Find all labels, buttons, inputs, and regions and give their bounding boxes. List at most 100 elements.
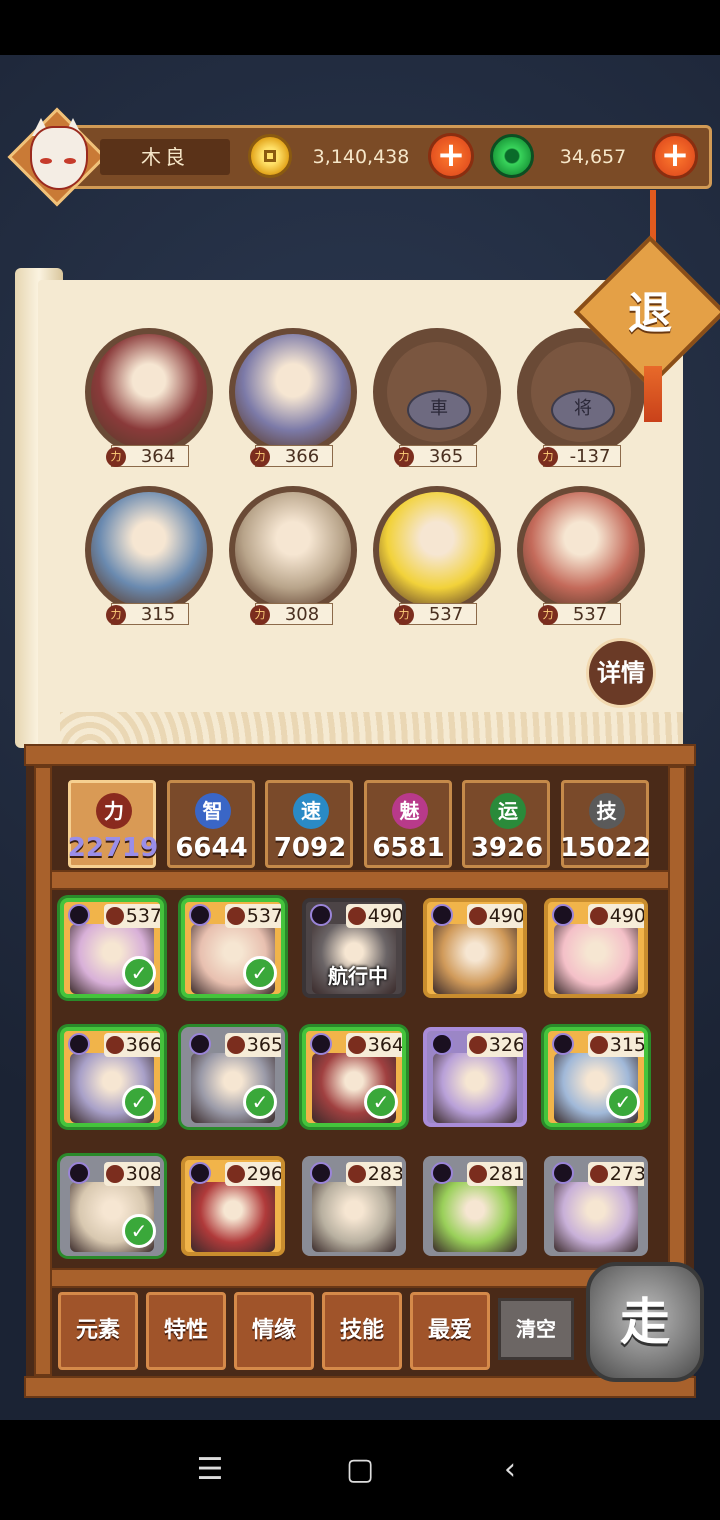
moon-element-icon xyxy=(310,1162,332,1184)
stat-tab[interactable]: 魅 6581 xyxy=(363,780,452,868)
hero-card[interactable]: 537 ✓ xyxy=(60,898,164,998)
power-badge: 力 -137 xyxy=(538,445,621,467)
filter-button[interactable]: 情缘 xyxy=(234,1292,314,1370)
stat-tab[interactable]: 速 7092 xyxy=(265,780,353,868)
hero-card[interactable]: 326 xyxy=(423,1027,527,1127)
gold-coin-icon xyxy=(248,134,292,178)
strength-icon: 力 xyxy=(250,605,270,625)
stat-tab[interactable]: 力 22719 xyxy=(68,780,158,868)
checkmark-icon: ✓ xyxy=(122,1214,156,1248)
system-nav-bar: ☰ ▢ ‹ xyxy=(0,1420,720,1520)
hero-card[interactable]: 366 ✓ xyxy=(60,1027,164,1127)
hero-card[interactable]: 283 xyxy=(302,1156,406,1256)
hero-card[interactable]: 296 xyxy=(181,1156,285,1256)
moon-element-icon xyxy=(552,904,574,926)
stat-icon: 魅 xyxy=(391,793,428,829)
moon-element-icon xyxy=(431,904,453,926)
add-jade-button[interactable]: + xyxy=(652,133,698,179)
strength-icon xyxy=(106,907,124,925)
hero-power: 537 xyxy=(104,904,160,928)
hero-card[interactable]: 281 xyxy=(423,1156,527,1256)
power-badge: 力 537 xyxy=(394,603,477,625)
lineup-slot[interactable] xyxy=(229,328,357,456)
hero-power: 490 xyxy=(467,904,525,928)
hero-power: 283 xyxy=(346,1162,402,1186)
hero-power: 326 xyxy=(467,1033,523,1057)
checkmark-icon: ✓ xyxy=(364,1085,398,1119)
lineup-slot[interactable] xyxy=(85,328,213,456)
hero-card-art xyxy=(554,924,638,994)
lineup-slot[interactable] xyxy=(85,486,213,614)
stat-icon: 技 xyxy=(588,793,625,829)
lineup-slot[interactable] xyxy=(373,486,501,614)
hero-power-value: 364 xyxy=(367,1034,404,1056)
hero-card[interactable]: 308 ✓ xyxy=(60,1156,164,1256)
stat-tab[interactable]: 运 3926 xyxy=(462,780,550,868)
player-avatar[interactable] xyxy=(7,107,107,207)
hero-power-value: 366 xyxy=(125,1034,162,1056)
board-top-beam xyxy=(24,744,696,766)
hero-card[interactable]: 490 xyxy=(423,898,527,998)
strength-icon xyxy=(106,1165,124,1183)
strength-icon xyxy=(227,1036,245,1054)
gold-amount: 3,140,438 xyxy=(312,146,410,168)
moon-element-icon xyxy=(189,904,211,926)
filter-button[interactable]: 特性 xyxy=(146,1292,226,1370)
power-badge: 力 365 xyxy=(394,445,477,467)
stat-value: 7092 xyxy=(273,833,347,863)
hero-power: 490 xyxy=(588,904,644,928)
retreat-label[interactable]: 退 xyxy=(618,282,682,346)
strength-icon xyxy=(590,907,608,925)
clear-button[interactable]: 清空 xyxy=(498,1298,574,1360)
moon-element-icon xyxy=(431,1033,453,1055)
hero-card[interactable]: 490 xyxy=(544,898,648,998)
power-badge: 力 364 xyxy=(106,445,189,467)
hero-portrait xyxy=(379,492,495,608)
hero-card[interactable]: 364 ✓ xyxy=(302,1027,406,1127)
hero-card-art xyxy=(554,1182,638,1252)
stat-tab[interactable]: 技 15022 xyxy=(560,780,651,868)
go-label[interactable]: 走 xyxy=(600,1282,690,1362)
strength-icon: 力 xyxy=(106,447,126,467)
lineup-slot[interactable] xyxy=(229,486,357,614)
lineup-slot[interactable] xyxy=(517,486,645,614)
stat-value: 6581 xyxy=(372,833,445,863)
stat-value: 15022 xyxy=(560,833,651,863)
hero-card[interactable]: 365 ✓ xyxy=(181,1027,285,1127)
hero-card-art xyxy=(312,1182,396,1252)
add-gold-button[interactable]: + xyxy=(428,133,474,179)
power-badge: 力 366 xyxy=(250,445,333,467)
home-icon[interactable]: ▢ xyxy=(340,1450,380,1490)
hero-power: 315 xyxy=(588,1033,644,1057)
strength-icon xyxy=(227,1165,245,1183)
strength-icon: 力 xyxy=(394,447,414,467)
moon-element-icon xyxy=(552,1033,574,1055)
stat-value: 3926 xyxy=(470,833,544,863)
stat-tab[interactable]: 智 6644 xyxy=(166,780,255,868)
back-icon[interactable]: ‹ xyxy=(490,1450,530,1490)
hero-portrait xyxy=(523,492,639,608)
sailing-status: 航行中 xyxy=(328,964,388,988)
filter-button[interactable]: 技能 xyxy=(322,1292,402,1370)
moon-element-icon xyxy=(310,904,332,926)
hero-card[interactable]: 273 xyxy=(544,1156,648,1256)
filter-button[interactable]: 元素 xyxy=(58,1292,138,1370)
hero-card-art xyxy=(433,1053,517,1123)
board-left-post xyxy=(34,766,52,1376)
detail-button[interactable]: 详情 xyxy=(586,638,656,708)
strength-icon xyxy=(469,1165,487,1183)
stat-icon: 力 xyxy=(96,793,132,829)
power-value: 537 xyxy=(572,604,608,625)
moon-element-icon xyxy=(431,1162,453,1184)
filter-button[interactable]: 最爱 xyxy=(410,1292,490,1370)
strength-icon xyxy=(469,1036,487,1054)
strength-icon xyxy=(348,1165,366,1183)
hero-power: 364 xyxy=(346,1033,404,1057)
scroll-wave-pattern xyxy=(60,712,683,748)
hero-power-value: 490 xyxy=(488,905,525,927)
hero-card[interactable]: 537 ✓ xyxy=(181,898,285,998)
lineup-slot[interactable]: 車 xyxy=(373,328,501,456)
menu-icon[interactable]: ☰ xyxy=(190,1450,230,1490)
hero-card[interactable]: 490 航行中 xyxy=(302,898,406,998)
hero-card[interactable]: 315 ✓ xyxy=(544,1027,648,1127)
